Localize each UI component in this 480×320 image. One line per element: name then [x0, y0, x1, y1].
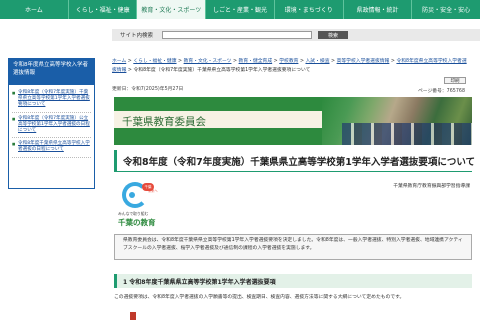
site-search: サイト内検索 検索: [112, 29, 480, 41]
pdf-icon: [130, 312, 136, 320]
nav-item-home[interactable]: ホーム: [0, 0, 69, 19]
breadcrumb-link[interactable]: 教育・健全育成: [239, 59, 273, 64]
global-nav: ホーム くらし・福祉・健康 教育・文化・スポーツ しごと・産業・観光 環境・まち…: [0, 0, 480, 21]
page-id: ページ番号：765768: [418, 89, 465, 94]
sidebar-item-guidelines[interactable]: 令和8年度（令和7年度実施）千葉県県立高等学校第1学年入学者選抜要項について: [12, 87, 91, 113]
department: 千葉県教育庁教育振興部学習指導課: [393, 184, 470, 189]
banner: 千葉県教育委員会: [114, 97, 472, 145]
print-button[interactable]: 印刷: [444, 77, 466, 84]
breadcrumb-link[interactable]: くらし・福祉・健康: [133, 59, 176, 64]
sidebar-item-schedule[interactable]: 令和8年度千葉県県立高等学校入学者選抜の日程について: [12, 138, 91, 158]
nav-item-environment[interactable]: 環境・まちづくり: [275, 0, 344, 19]
nav-item-work[interactable]: しごと・産業・観光: [206, 0, 275, 19]
banner-photo: [322, 97, 472, 145]
logo-dot-icon: [129, 192, 135, 198]
logo-brand: 千葉の教育: [118, 218, 156, 227]
breadcrumb-link[interactable]: 教育・文化・スポーツ: [184, 59, 232, 64]
body-text: この選抜要項は、令和8年度入学者選抜の入学願書等の提出、検査期日、検査内容、選抜…: [114, 295, 405, 300]
logo-tag: 未来へ: [148, 189, 158, 193]
nav-item-prefecture[interactable]: 県政情報・統計: [344, 0, 413, 19]
banner-title: 千葉県教育委員会: [122, 116, 206, 128]
update-date: 更新日：令和7(2025)年5月27日: [112, 87, 184, 92]
notice-box: 県教育委員会は、令和8年度千葉県県立高等学校第1学年入学者選抜要項を決定しました…: [114, 234, 472, 260]
breadcrumb-current: 令和8年度（令和7年度実施）千葉県県立高等学校第1学年入学者選抜要項について: [133, 68, 311, 73]
page-title: 令和8年度（令和7年度実施）千葉県県立高等学校第1学年入学者選抜要項について: [114, 150, 475, 172]
breadcrumb-link[interactable]: 学校教育: [279, 59, 298, 64]
breadcrumb-link[interactable]: 入試・検査: [306, 59, 330, 64]
nav-item-safety[interactable]: 防災・安全・安心: [412, 0, 480, 19]
breadcrumb-link[interactable]: ホーム: [112, 59, 126, 64]
breadcrumb: ホーム > くらし・福祉・健康 > 教育・文化・スポーツ > 教育・健全育成 >…: [112, 59, 467, 73]
search-input[interactable]: [162, 31, 312, 39]
sidebar-heading[interactable]: 令和8年度県立高等学校入学者選抜情報: [9, 59, 94, 85]
section-heading: 1 令和8年度千葉県県立高等学校第1学年入学者選抜要項: [114, 274, 472, 288]
breadcrumb-link[interactable]: 高等学校入学者選抜情報: [337, 59, 390, 64]
nav-item-life[interactable]: くらし・福祉・健康: [69, 0, 138, 19]
search-label: サイト内検索: [120, 33, 154, 39]
sidebar-list: 令和8年度（令和7年度実施）千葉県県立高等学校第1学年入学者選抜要項について 令…: [9, 85, 94, 160]
sidebar-item-schedule-public[interactable]: 令和8年度（令和7年度実施）公立高等学校第1学年入学者選抜の日程について: [12, 113, 91, 139]
sidebar: 令和8年度県立高等学校入学者選抜情報 令和8年度（令和7年度実施）千葉県県立高等…: [8, 58, 95, 189]
education-logo: 千葉 未来へ みんなで取り組む 千葉の教育: [118, 182, 160, 228]
search-button[interactable]: 検索: [318, 31, 349, 39]
nav-item-education[interactable]: 教育・文化・スポーツ: [137, 0, 207, 19]
